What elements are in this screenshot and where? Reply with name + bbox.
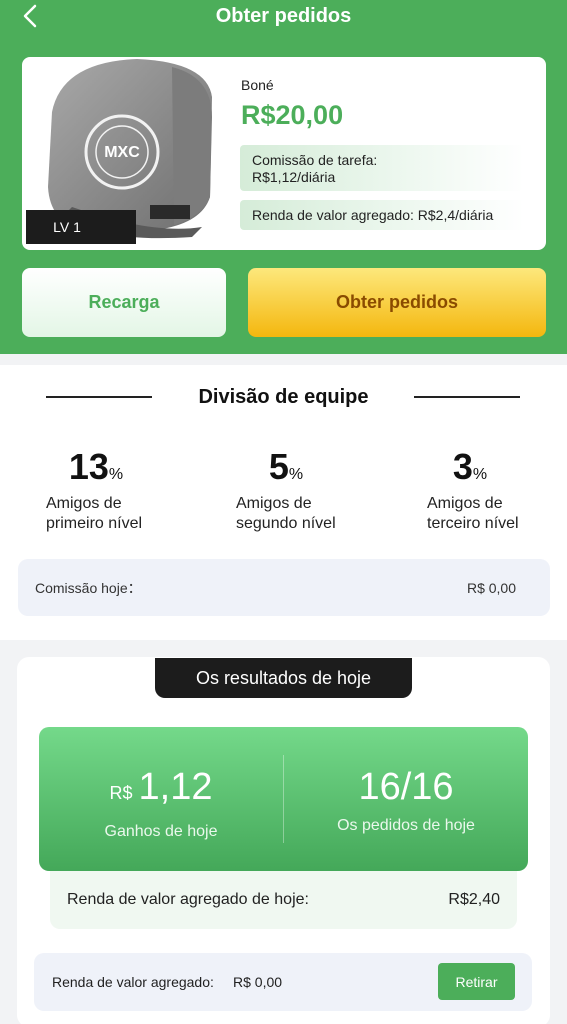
level-3-label-line1: Amigos de — [427, 495, 503, 512]
task-commission: Comissão de tarefa: R$1,12/diária — [240, 145, 524, 191]
product-card: MXC LV 1 Boné R$20,00 Comissão de tarefa… — [22, 57, 546, 250]
level-1-label-line2: primeiro nível — [46, 515, 143, 532]
value-income-today-row: Renda de valor agregado de hoje: R$2,40 — [50, 871, 517, 929]
level-2-label-line2: segundo nível — [236, 515, 336, 532]
product-name: Boné — [241, 77, 274, 93]
task-commission-value: R$1,12/diária — [252, 169, 336, 185]
earnings-label: Ganhos de hoje — [104, 823, 218, 840]
team-level-2: 5% Amigos de segundo nível — [236, 446, 396, 534]
recharge-button[interactable]: Recarga — [22, 268, 226, 337]
level-3-label-line2: terceiro nível — [427, 515, 519, 532]
level-2-percent: 5 — [268, 446, 289, 487]
value-income-today-value: R$2,40 — [448, 891, 500, 908]
added-value-amount: R$ 0,00 — [233, 974, 283, 990]
withdraw-row: Renda de valor agregado: R$ 0,00 Retirar — [34, 953, 532, 1011]
team-level-1: 13% Amigos de primeiro nível — [46, 446, 206, 534]
divider-right — [414, 396, 520, 398]
level-2-label-line1: Amigos de — [236, 495, 312, 512]
commission-today-label: Comissão hoje： — [35, 579, 142, 596]
level-1-unit: % — [108, 466, 124, 483]
added-value-label: Renda de valor agregado: — [52, 974, 214, 990]
results-tab: Os resultados de hoje — [155, 658, 412, 698]
earnings-currency: R$ — [109, 783, 133, 803]
level-2-unit: % — [288, 466, 304, 483]
today-summary-box: R$ 1,12 Ganhos de hoje 16/16 Os pedidos d… — [39, 727, 528, 871]
svg-text:MXC: MXC — [104, 144, 140, 161]
team-level-3: 3% Amigos de terceiro nível — [427, 446, 567, 534]
product-price: R$20,00 — [241, 100, 344, 130]
level-1-percent: 13 — [68, 446, 109, 487]
level-1-label-line1: Amigos de — [46, 495, 122, 512]
orders-label: Os pedidos de hoje — [337, 817, 475, 834]
value-income-today-label: Renda de valor agregado de hoje: — [67, 891, 309, 908]
commission-today-row: Comissão hoje： R$ 0,00 — [18, 559, 550, 616]
header: Obter pedidos MXC LV 1 Boné R$20,00 Comi… — [0, 0, 567, 354]
level-3-unit: % — [472, 466, 488, 483]
page-title: Obter pedidos — [215, 5, 352, 27]
level-badge: LV 1 — [26, 210, 136, 244]
level-3-percent: 3 — [452, 446, 473, 487]
orders-today: 16/16 Os pedidos de hoje — [284, 765, 528, 835]
results-section: Os resultados de hoje R$ 1,12 Ganhos de h… — [17, 657, 550, 1024]
commission-today-value: R$ 0,00 — [466, 579, 516, 596]
earnings-value: 1,12 — [138, 766, 213, 808]
team-section: Divisão de equipe 13% Amigos de primeiro… — [0, 365, 567, 640]
orders-value: 16/16 — [358, 766, 454, 808]
value-added-income: Renda de valor agregado: R$2,4/diária — [240, 200, 524, 230]
get-orders-button[interactable]: Obter pedidos — [248, 268, 546, 337]
earnings-today: R$ 1,12 Ganhos de hoje — [39, 765, 283, 841]
withdraw-button[interactable]: Retirar — [438, 963, 515, 1000]
task-commission-label: Comissão de tarefa: — [252, 152, 378, 168]
